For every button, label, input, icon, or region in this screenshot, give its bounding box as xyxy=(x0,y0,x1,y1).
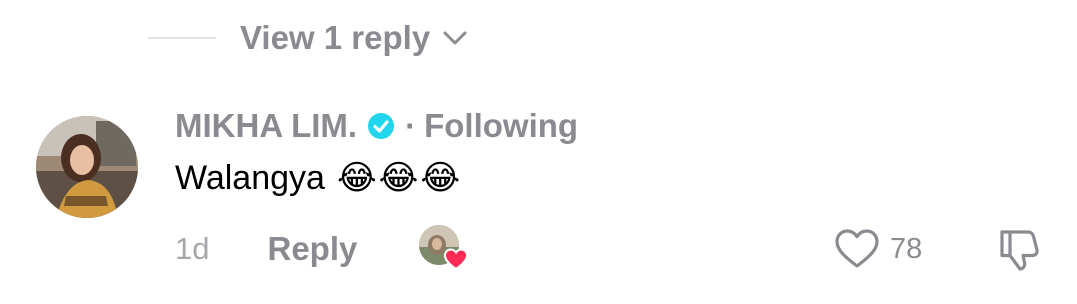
comment-body: Walangya 😂 😂 😂 xyxy=(175,158,460,198)
comment-timestamp: 1d xyxy=(175,231,210,266)
comment-actions: 1d Reply xyxy=(175,225,469,273)
avatar-photo xyxy=(36,116,138,218)
commenter-username[interactable]: MIKHA LIM. xyxy=(175,107,357,145)
laughing-emoji: 😂 xyxy=(378,159,419,197)
header-separator: · xyxy=(405,107,417,144)
verified-badge-icon xyxy=(368,113,395,139)
chevron-down-icon xyxy=(443,31,467,45)
view-replies-button[interactable]: View 1 reply xyxy=(240,19,468,57)
view-replies-row: View 1 reply xyxy=(148,12,468,64)
creator-liked-indicator xyxy=(419,225,469,273)
dislike-button[interactable] xyxy=(996,226,1044,274)
like-button[interactable]: 78 xyxy=(834,226,922,272)
comment-text: Walangya xyxy=(175,158,325,197)
replies-divider xyxy=(148,37,216,39)
follow-status: Following xyxy=(424,107,579,144)
view-replies-label: View 1 reply xyxy=(240,19,431,56)
heart-outline-icon xyxy=(835,229,879,268)
comment-header: MIKHA LIM. · Following xyxy=(175,104,578,148)
like-count: 78 xyxy=(890,232,923,265)
commenter-avatar[interactable] xyxy=(36,116,138,218)
reply-button[interactable]: Reply xyxy=(267,230,357,268)
laughing-emoji: 😂 xyxy=(336,159,377,197)
thumbs-down-icon xyxy=(1000,230,1039,271)
creator-liked-heart-icon xyxy=(444,248,469,271)
laughing-emoji: 😂 xyxy=(420,159,461,197)
comment-emojis: 😂 😂 😂 xyxy=(337,158,460,198)
